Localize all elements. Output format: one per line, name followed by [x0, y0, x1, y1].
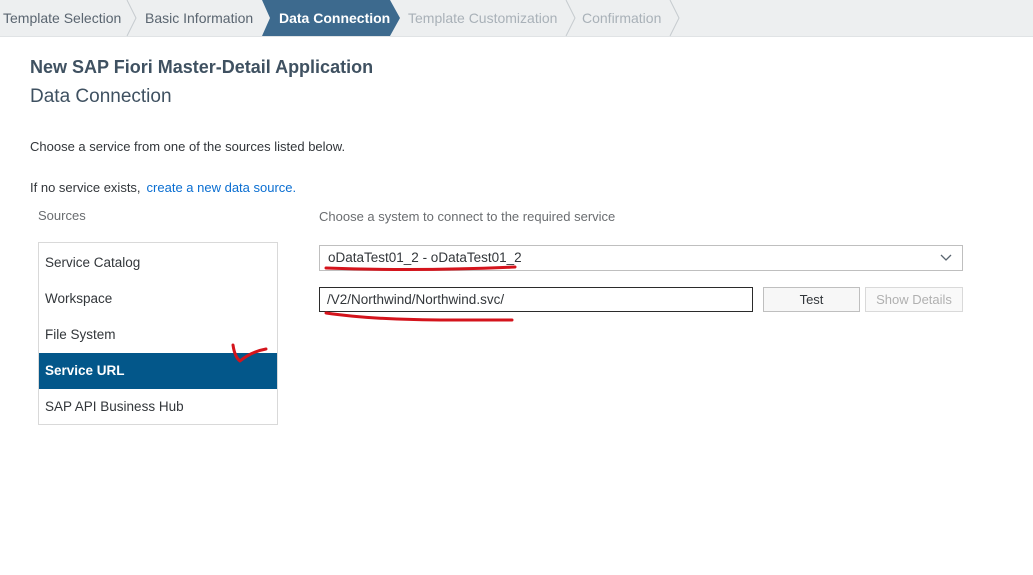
show-details-button[interactable]: Show Details: [865, 287, 963, 312]
sources-label: Sources: [38, 208, 86, 223]
step-separator-icon: [126, 0, 137, 37]
chevron-down-icon[interactable]: [940, 253, 952, 263]
page-title: Data Connection: [30, 86, 172, 107]
system-label: Choose a system to connect to the requir…: [319, 209, 616, 224]
step-separator-icon: [565, 0, 576, 37]
wizard-step-template-customization[interactable]: Template Customization: [408, 0, 557, 36]
no-service-text: If no service exists, create a new data s…: [30, 180, 296, 195]
service-url-input[interactable]: [319, 287, 753, 312]
no-service-label: If no service exists,: [30, 180, 141, 195]
source-item-sap-api-business-hub[interactable]: SAP API Business Hub: [39, 389, 277, 425]
wizard-step-basic-information[interactable]: Basic Information: [145, 0, 253, 36]
instruction-text: Choose a service from one of the sources…: [30, 139, 346, 154]
annotation-underline-url: [324, 311, 514, 322]
system-select-value: oDataTest01_2 - oDataTest01_2: [328, 250, 522, 265]
wizard-step-template-selection[interactable]: Template Selection: [3, 0, 121, 36]
wizard-step-confirmation[interactable]: Confirmation: [582, 0, 661, 36]
source-item-file-system[interactable]: File System: [39, 317, 277, 353]
wizard-step-data-connection[interactable]: Data Connection: [279, 0, 390, 36]
source-item-workspace[interactable]: Workspace: [39, 281, 277, 317]
app-title: New SAP Fiori Master-Detail Application: [30, 57, 374, 77]
system-select[interactable]: oDataTest01_2 - oDataTest01_2: [319, 245, 963, 271]
test-button[interactable]: Test: [763, 287, 860, 312]
source-item-service-catalog[interactable]: Service Catalog: [39, 245, 277, 281]
source-item-service-url[interactable]: Service URL: [39, 353, 277, 389]
wizard-step-bar: Template Selection Basic Information Dat…: [0, 0, 1033, 37]
step-separator-icon: [669, 0, 680, 37]
wizard-page: Template Selection Basic Information Dat…: [0, 0, 1033, 575]
create-data-source-link[interactable]: create a new data source.: [147, 180, 297, 195]
sources-list: Service Catalog Workspace File System Se…: [38, 242, 278, 425]
